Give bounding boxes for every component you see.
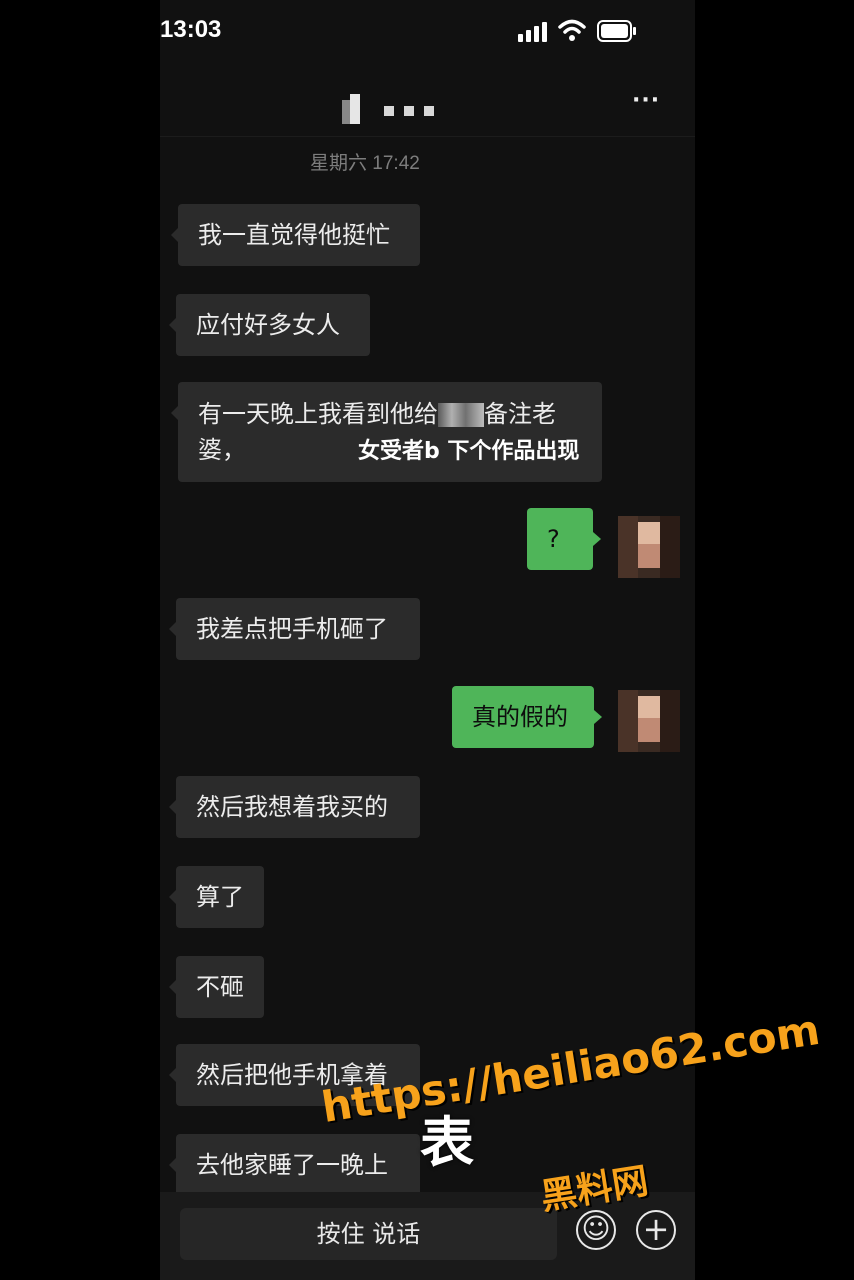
message-text: 我一直觉得他挺忙 (198, 221, 390, 249)
message-bubble[interactable]: 应付好多女人 (169, 294, 370, 356)
message-text-line: 有一天晚上我看到他给 备注老 (198, 400, 556, 428)
message-text: 然后我想着我买的 (196, 793, 388, 821)
redacted-name (438, 403, 484, 427)
message-bubble[interactable]: 我一直觉得他挺忙 (171, 204, 420, 266)
contact-name-obscured[interactable] (338, 94, 438, 126)
avatar[interactable] (618, 516, 680, 578)
message-bubble[interactable]: 然后我想着我买的 (169, 776, 420, 838)
message-text: 算了 (196, 883, 244, 911)
hold-to-talk-button[interactable]: 按住 说话 (180, 1208, 557, 1260)
status-time: 13:03 (160, 16, 222, 43)
message-bubble[interactable]: 不砸 (169, 956, 264, 1018)
message-timestamp: 星期六 17:42 (310, 153, 420, 174)
emoji-icon[interactable]: ☺ (576, 1210, 616, 1250)
message-text: 去他家睡了一晚上 (196, 1151, 388, 1179)
message-bubble[interactable]: 算了 (169, 866, 264, 928)
message-text: ? (547, 525, 560, 553)
message-text: 不砸 (196, 973, 244, 1001)
avatar[interactable] (618, 690, 680, 752)
message-text: 我差点把手机砸了 (196, 615, 388, 643)
message-bubble-sent[interactable]: ? (527, 508, 601, 570)
plus-icon[interactable]: + (636, 1210, 676, 1250)
chat-header: ··· (160, 70, 695, 137)
message-text: 真的假的 (472, 703, 568, 731)
message-bubble[interactable]: 我差点把手机砸了 (169, 598, 420, 660)
message-bubble[interactable]: 去他家睡了一晚上 (169, 1134, 420, 1196)
more-options-icon[interactable]: ··· (632, 88, 660, 113)
message-text: 应付好多女人 (196, 311, 340, 339)
message-bubble-sent[interactable]: 真的假的 (452, 686, 602, 748)
status-bar: 13:03 (160, 0, 695, 64)
cellular-signal-icon (518, 22, 550, 42)
video-caption-overlay: 女受者b 下个作品出现 (358, 439, 580, 464)
wifi-icon (558, 19, 586, 41)
message-bubble[interactable]: 有一天晚上我看到他给 备注老 婆， 女受者b 下个作品出现 (171, 382, 602, 482)
battery-icon (597, 20, 636, 42)
